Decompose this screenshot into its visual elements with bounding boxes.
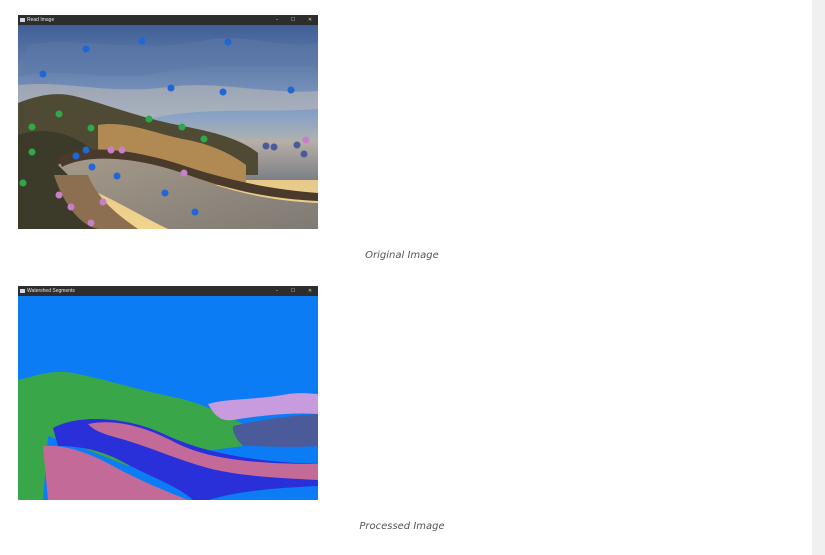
window-title: Read Image bbox=[27, 17, 55, 23]
watershed-segments-window[interactable]: Watershed Segments – ☐ ✕ bbox=[18, 286, 318, 500]
maximize-icon[interactable]: ☐ bbox=[286, 15, 300, 25]
minimize-icon[interactable]: – bbox=[270, 15, 284, 25]
maximize-icon[interactable]: ☐ bbox=[286, 286, 300, 296]
read-image-window[interactable]: Read Image – ☐ ✕ bbox=[18, 15, 318, 229]
original-image bbox=[18, 25, 318, 229]
close-icon[interactable]: ✕ bbox=[303, 15, 317, 25]
close-icon[interactable]: ✕ bbox=[303, 286, 317, 296]
processed-image bbox=[18, 296, 318, 500]
window-title: Watershed Segments bbox=[27, 288, 75, 294]
scrollbar-track[interactable] bbox=[812, 0, 825, 555]
window-titlebar[interactable]: Read Image – ☐ ✕ bbox=[18, 15, 318, 25]
app-window-icon bbox=[20, 18, 25, 22]
app-window-icon bbox=[20, 289, 25, 293]
caption-original: Original Image bbox=[365, 250, 439, 261]
minimize-icon[interactable]: – bbox=[270, 286, 284, 296]
window-titlebar[interactable]: Watershed Segments – ☐ ✕ bbox=[18, 286, 318, 296]
caption-processed: Processed Image bbox=[359, 521, 445, 532]
